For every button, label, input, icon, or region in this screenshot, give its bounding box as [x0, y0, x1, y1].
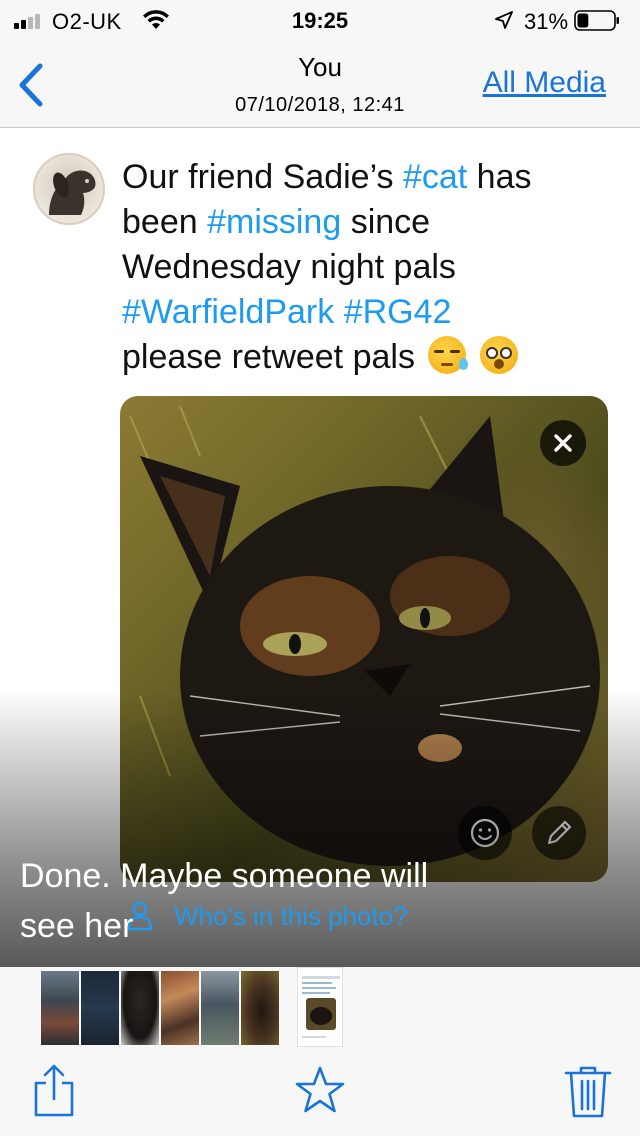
selected-thumbnail-preview: [298, 968, 342, 1046]
tweet-text-segment: [334, 293, 343, 331]
hashtag-link[interactable]: #WarfieldPark: [122, 293, 334, 331]
battery-icon: [574, 10, 619, 31]
tweet-line: Wednesday night pals: [122, 245, 622, 290]
thumbnail[interactable]: [161, 971, 199, 1045]
hashtag-link[interactable]: #cat: [403, 158, 467, 196]
media-viewer[interactable]: Our friend Sadie’s #cat has been #missin…: [0, 129, 640, 967]
thumbnail-selected[interactable]: [297, 967, 343, 1047]
tweet-text: Our friend Sadie’s #cat has been #missin…: [122, 155, 622, 380]
thumbnail[interactable]: [121, 971, 159, 1045]
caption-line: see her: [20, 907, 134, 945]
share-icon: [34, 1064, 74, 1117]
bottom-toolbar: [0, 1051, 640, 1136]
tweet-line: #WarfieldPark #RG42: [122, 290, 622, 335]
location-arrow-icon: [495, 11, 513, 29]
caption-line: Done. Maybe someone will: [20, 857, 429, 895]
avatar: [33, 153, 105, 225]
tweet-line: Our friend Sadie’s #cat has: [122, 155, 622, 200]
sleepy-face-emoji: [428, 336, 469, 374]
trash-icon: [564, 1066, 612, 1118]
remove-photo-button[interactable]: [540, 420, 586, 466]
thumbnail[interactable]: [81, 971, 119, 1045]
tweet-text-segment: Wednesday night pals: [122, 248, 456, 286]
favorite-star-icon: [295, 1066, 345, 1113]
hashtag-link[interactable]: #RG42: [344, 293, 452, 331]
thumbnail[interactable]: [41, 971, 79, 1045]
favorite-button[interactable]: [294, 1063, 346, 1119]
dog-silhouette-icon: [49, 170, 96, 215]
share-button[interactable]: [28, 1063, 80, 1119]
tweet-text-segment: please retweet pals: [122, 338, 415, 376]
tweet-line: been #missing since: [122, 200, 622, 245]
tweet-text-segment: since: [341, 203, 431, 241]
hashtag-link[interactable]: #missing: [207, 203, 341, 241]
flushed-face-emoji: [479, 336, 518, 374]
battery-percent: 31%: [524, 9, 569, 34]
media-thumbnail-strip[interactable]: [0, 967, 640, 1051]
tweet-text-segment: been: [122, 203, 208, 241]
tweet-text-segment: has: [467, 158, 532, 196]
all-media-button[interactable]: All Media: [483, 66, 606, 100]
delete-button[interactable]: [562, 1063, 614, 1119]
thumbnail[interactable]: [241, 971, 279, 1045]
navigation-bar: You 07/10/2018, 12:41 All Media: [0, 40, 640, 128]
close-icon: [554, 434, 572, 452]
tweet-text-segment: Our friend Sadie’s: [122, 158, 403, 196]
status-bar: O2-UK 19:25 31%: [0, 0, 640, 40]
thumbnail[interactable]: [201, 971, 239, 1045]
message-caption: Done. Maybe someone will see her: [20, 851, 540, 951]
tweet-line: please retweet pals: [122, 335, 622, 380]
